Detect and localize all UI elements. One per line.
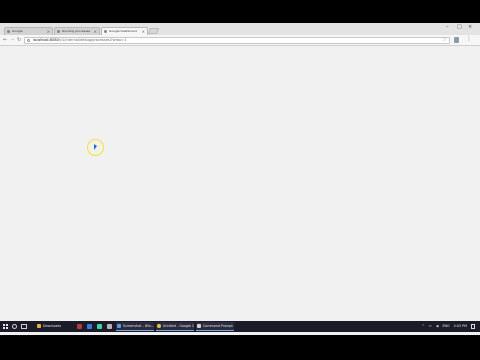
- new-tab-button[interactable]: [148, 28, 159, 34]
- page-content: [0, 47, 480, 335]
- url-host: localhost:8080: [33, 38, 59, 42]
- task-view-icon[interactable]: [21, 324, 27, 329]
- mouse-cursor-icon: [94, 144, 97, 150]
- pinned-app-icon[interactable]: [87, 324, 92, 329]
- browser-window: Google × Running processes × Google Dash…: [0, 23, 480, 335]
- close-icon[interactable]: ×: [142, 28, 145, 35]
- windows-taskbar: Downloads Screenshot - Win... Untitled -…: [0, 321, 480, 332]
- tab-title: Running processes: [62, 29, 91, 33]
- system-tray: ^ ▭ ◀ ENG 4:03 PM: [419, 323, 475, 330]
- app-icon: [117, 324, 121, 328]
- forward-arrow-icon[interactable]: →: [10, 37, 14, 43]
- url-path: /v1/internal/debug/processes/?wrap=1: [58, 38, 127, 42]
- pinned-app-icon[interactable]: [107, 324, 112, 329]
- close-icon[interactable]: ×: [47, 28, 50, 35]
- clock[interactable]: 4:03 PM: [454, 324, 467, 328]
- favicon-icon: [7, 30, 10, 33]
- tab-strip: Google × Running processes × Google Dash…: [0, 23, 480, 35]
- notification-icon[interactable]: [471, 323, 475, 329]
- terminal-icon: [197, 324, 201, 328]
- tab-running-processes[interactable]: Running processes ×: [54, 27, 100, 35]
- tab-title: Google: [12, 29, 23, 33]
- maximize-icon[interactable]: □: [457, 24, 462, 30]
- window-close-icon[interactable]: ×: [468, 24, 472, 30]
- language-indicator[interactable]: ENG: [442, 324, 449, 328]
- reload-icon[interactable]: ↻: [17, 37, 21, 43]
- pinned-app-icon[interactable]: [97, 324, 102, 329]
- search-icon[interactable]: [12, 324, 17, 329]
- taskbar-item-label: Untitled - Google Ch...: [163, 324, 194, 328]
- close-icon[interactable]: ×: [94, 28, 97, 35]
- chrome-icon: [157, 324, 161, 328]
- url-text: localhost:8080/v1/internal/debug/process…: [33, 38, 127, 43]
- taskbar-item-screenshot[interactable]: Screenshot - Win...: [116, 322, 154, 331]
- tab-title: Google Dashboard: [109, 29, 137, 33]
- taskbar-item-command-prompt[interactable]: Command Prompt -: [196, 322, 234, 331]
- favicon-icon: [57, 30, 60, 33]
- extension-icon[interactable]: [454, 37, 459, 43]
- taskbar-item-label: Downloads: [43, 324, 62, 328]
- tab-google[interactable]: Google ×: [4, 27, 53, 35]
- folder-icon: [37, 324, 41, 328]
- minimize-icon[interactable]: –: [446, 24, 449, 30]
- taskbar-downloads[interactable]: Downloads: [36, 322, 74, 331]
- network-icon[interactable]: ▭: [429, 324, 432, 328]
- back-arrow-icon[interactable]: ←: [3, 37, 7, 43]
- bookmark-star-icon[interactable]: ☆: [443, 38, 447, 43]
- tab-google-dashboard[interactable]: Google Dashboard ×: [101, 27, 148, 35]
- menu-icon[interactable]: ⋮: [466, 35, 472, 42]
- taskbar-item-label: Screenshot - Win...: [123, 324, 154, 328]
- favicon-icon: [104, 30, 107, 33]
- address-bar[interactable]: localhost:8080/v1/internal/debug/process…: [24, 37, 450, 44]
- page-info-icon[interactable]: [27, 39, 30, 42]
- pinned-app-icon[interactable]: [77, 324, 82, 329]
- volume-icon[interactable]: ◀: [436, 324, 439, 328]
- taskbar-item-chrome[interactable]: Untitled - Google Ch...: [156, 322, 194, 331]
- browser-toolbar: ← → ↻ localhost:8080/v1/internal/debug/p…: [0, 35, 480, 46]
- windows-start-icon[interactable]: [3, 324, 8, 329]
- chevron-up-icon[interactable]: ^: [422, 323, 425, 330]
- taskbar-item-label: Command Prompt -: [203, 324, 234, 328]
